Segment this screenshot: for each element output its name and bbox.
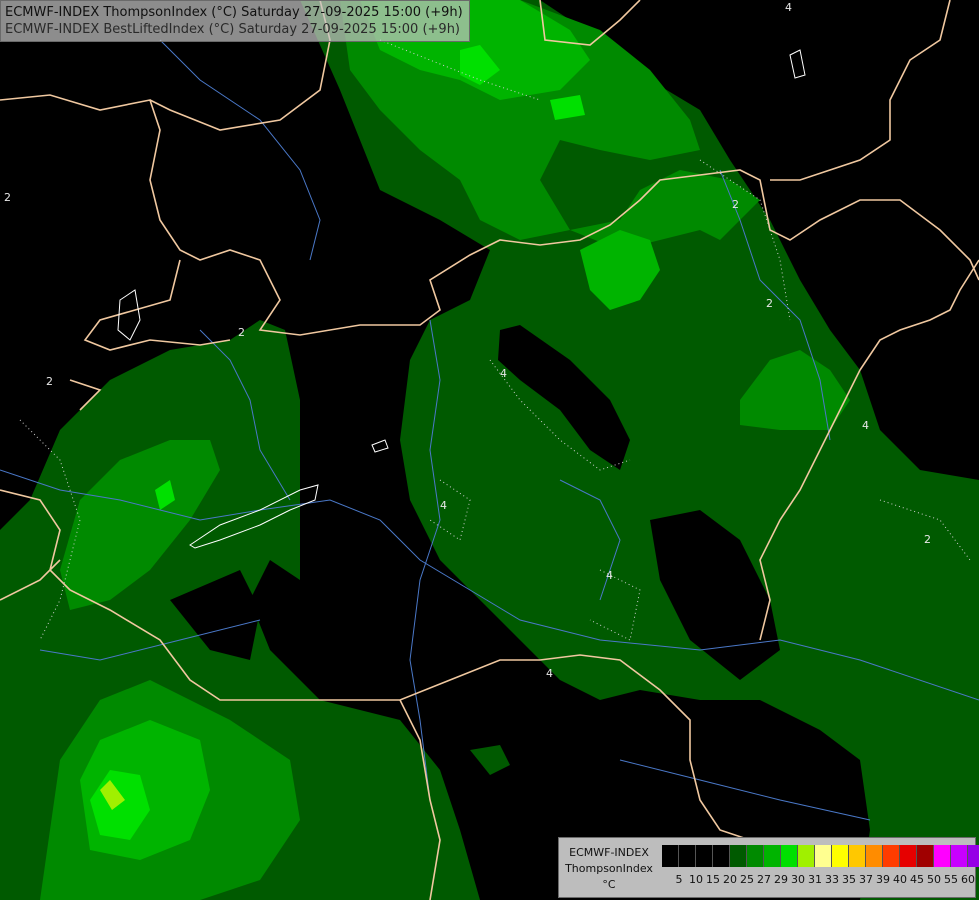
legend-tick-label: 55: [944, 873, 958, 886]
legend-tick-label: 25: [740, 873, 754, 886]
legend-ticks: 5 10 15 20 25 27 29 30 31 33 35 37 39 40 45 50 55 60: [669, 873, 976, 887]
contour-label: 4: [785, 1, 792, 14]
contour-label: 4: [862, 419, 869, 432]
legend-tick-label: 45: [910, 873, 924, 886]
contour-label: 4: [606, 569, 613, 582]
legend-swatch: [917, 845, 934, 867]
legend-tick-label: 10: [689, 873, 703, 886]
contour-label: 2: [924, 533, 931, 546]
legend-tick-label: 15: [706, 873, 720, 886]
legend-swatch: [832, 845, 849, 867]
color-legend: ECMWF-INDEX ThompsonIndex °C 5 10 15 20 25 27…: [558, 837, 979, 898]
contour-label: 4: [500, 367, 507, 380]
legend-swatch: [866, 845, 883, 867]
legend-tick-label: 60: [961, 873, 975, 886]
contour-label: 2: [46, 375, 53, 388]
legend-swatch: [934, 845, 951, 867]
legend-swatch: [713, 845, 730, 867]
legend-tick-label: 5: [675, 873, 683, 886]
legend-tick-label: 31: [808, 873, 822, 886]
contour-label: 2: [4, 191, 11, 204]
map-title-thompson: ECMWF-INDEX ThompsonIndex (°C) Saturday …: [5, 5, 463, 20]
legend-swatch: [968, 845, 979, 867]
legend-swatch: [696, 845, 713, 867]
contour-label: 4: [440, 499, 447, 512]
legend-tick-label: 20: [723, 873, 737, 886]
legend-tick-label: 39: [876, 873, 890, 886]
contour-label: 4: [546, 667, 553, 680]
map-title-bestlifted: ECMWF-INDEX BestLiftedIndex (°C) Saturda…: [5, 22, 460, 37]
legend-swatch: [951, 845, 968, 867]
map-title-box: ECMWF-INDEX ThompsonIndex (°C) Saturday …: [0, 0, 470, 42]
legend-swatch: [662, 845, 679, 867]
legend-tick-label: 29: [774, 873, 788, 886]
legend-model: ECMWF-INDEX: [569, 846, 649, 859]
legend-tick-label: 35: [842, 873, 856, 886]
legend-tick-label: 30: [791, 873, 805, 886]
legend-tick-label: 50: [927, 873, 941, 886]
legend-swatch: [781, 845, 798, 867]
contour-label: 2: [732, 198, 739, 211]
legend-tick-label: 27: [757, 873, 771, 886]
legend-unit: °C: [602, 878, 616, 891]
contour-label: 2: [766, 297, 773, 310]
legend-parameter: ThompsonIndex: [565, 862, 653, 875]
legend-swatch: [798, 845, 815, 867]
legend-swatch: [815, 845, 832, 867]
legend-swatch: [679, 845, 696, 867]
contour-label: 2: [238, 326, 245, 339]
legend-tick-label: 37: [859, 873, 873, 886]
legend-swatches: [662, 845, 979, 867]
weather-map: 2 2 2 2 2 2 4 4 4 4 4 4 ECMWF-INDEX Thom…: [0, 0, 979, 900]
legend-swatch: [883, 845, 900, 867]
legend-tick-label: 40: [893, 873, 907, 886]
legend-swatch: [730, 845, 747, 867]
legend-swatch: [747, 845, 764, 867]
legend-tick-label: 33: [825, 873, 839, 886]
legend-swatch: [764, 845, 781, 867]
legend-swatch: [849, 845, 866, 867]
legend-swatch: [900, 845, 917, 867]
map-canvas: [0, 0, 979, 900]
